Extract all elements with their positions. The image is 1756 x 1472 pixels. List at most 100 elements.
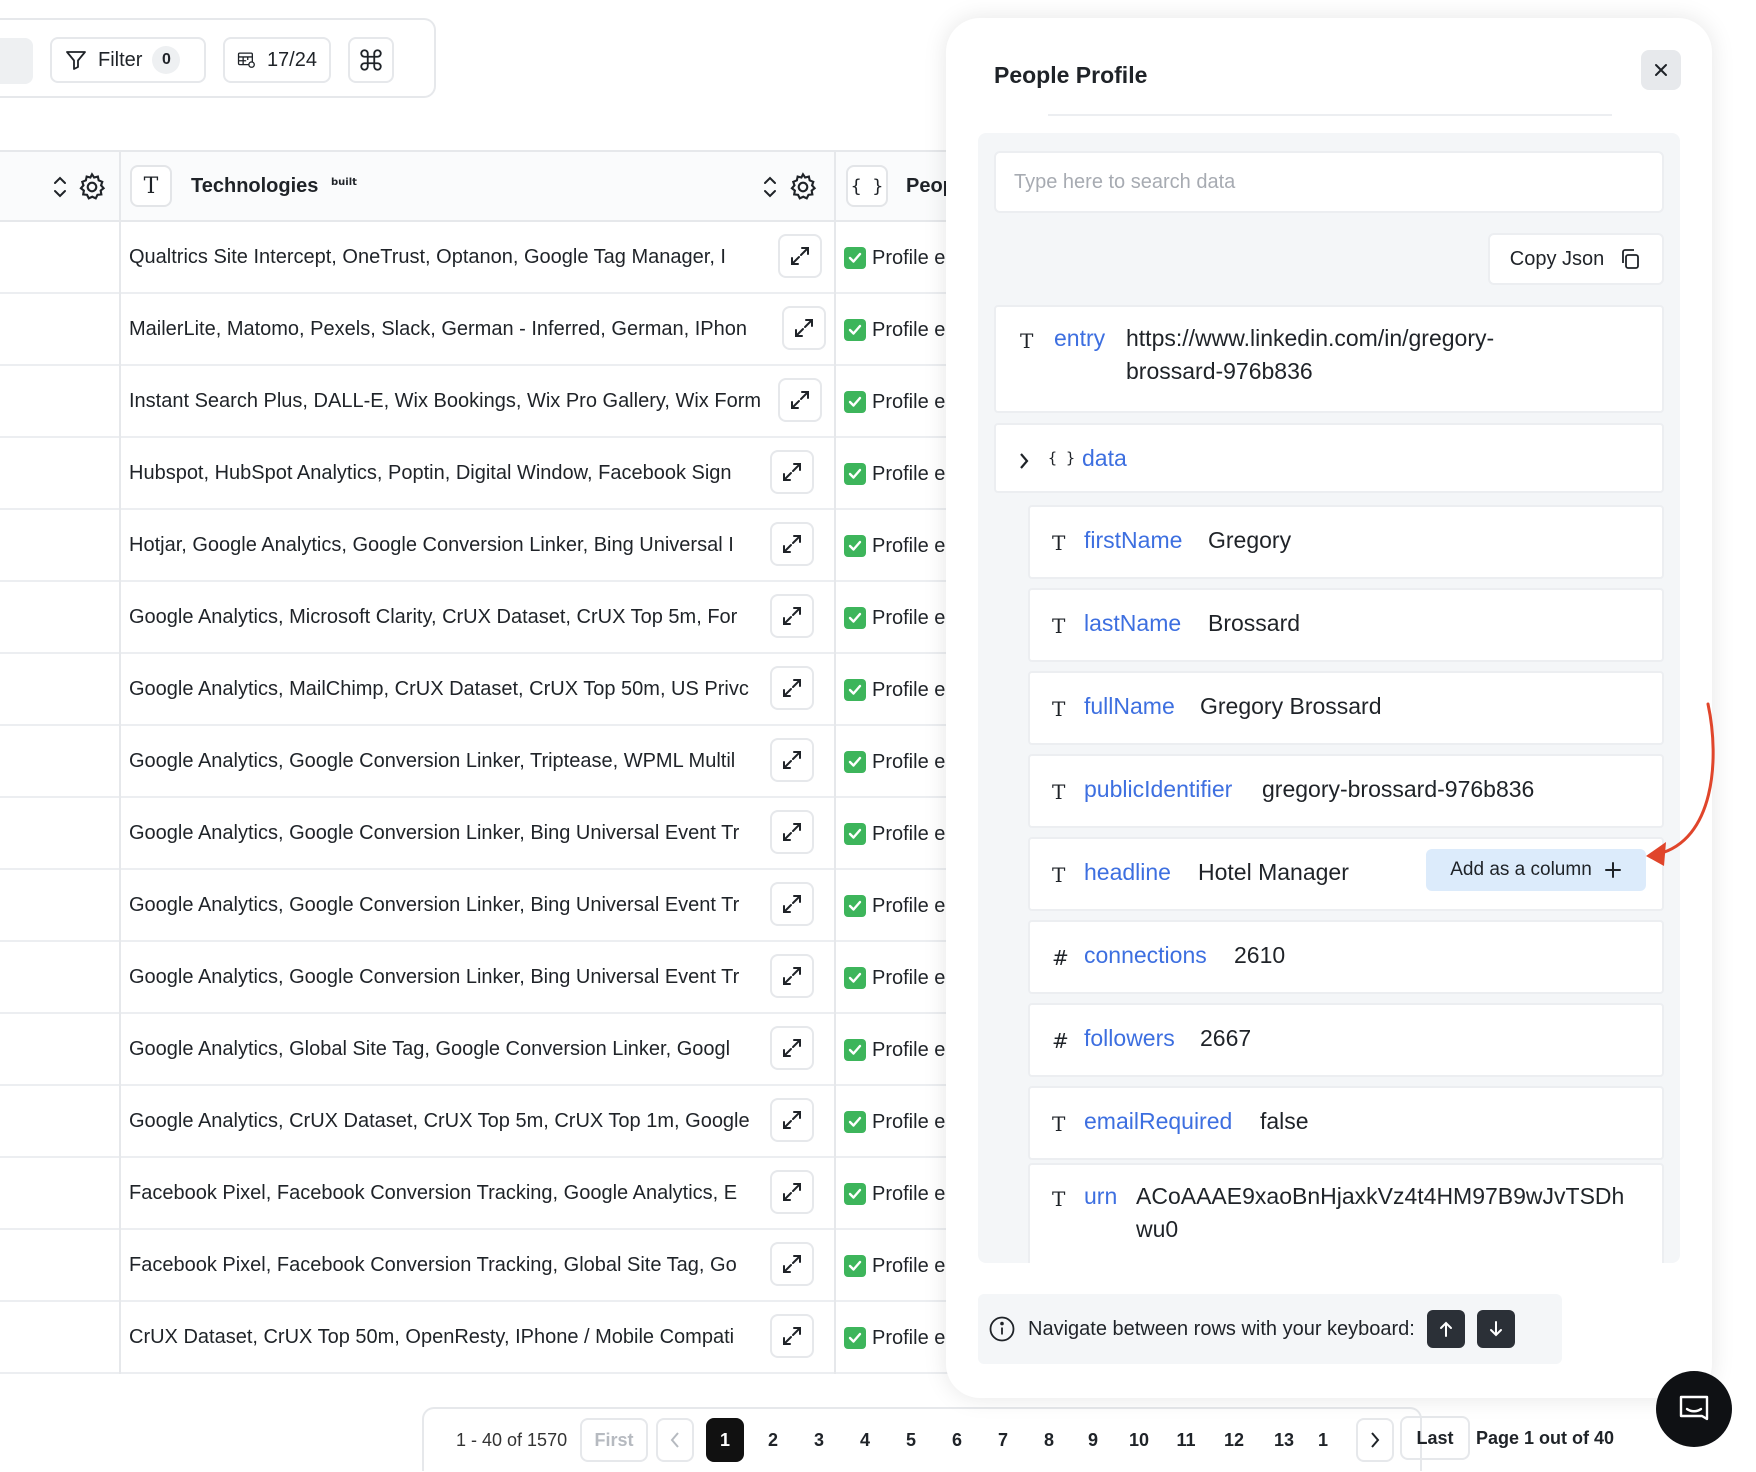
table-row[interactable]: Google Analytics, Google Conversion Link… bbox=[0, 798, 960, 870]
page-12-button[interactable]: 12 bbox=[1214, 1418, 1254, 1462]
add-as-column-button[interactable]: Add as a column bbox=[1426, 849, 1646, 891]
expand-cell-button[interactable] bbox=[770, 666, 814, 710]
search-input[interactable] bbox=[994, 151, 1664, 213]
table-row[interactable]: Google Analytics, Google Conversion Link… bbox=[0, 726, 960, 798]
technologies-cell[interactable]: Instant Search Plus, DALL-E, Wix Booking… bbox=[121, 366, 836, 438]
arrow-up-key[interactable] bbox=[1426, 1310, 1465, 1348]
expand-cell-button[interactable] bbox=[782, 306, 826, 350]
table-row[interactable]: Facebook Pixel, Facebook Conversion Trac… bbox=[0, 1158, 960, 1230]
expand-cell-button[interactable] bbox=[770, 1026, 814, 1070]
technologies-cell[interactable]: Google Analytics, Google Conversion Link… bbox=[121, 798, 836, 870]
table-row[interactable]: Google Analytics, CrUX Dataset, CrUX Top… bbox=[0, 1086, 960, 1158]
people-profile-cell[interactable]: Profile e bbox=[836, 1302, 960, 1374]
technologies-cell[interactable]: Hubspot, HubSpot Analytics, Poptin, Digi… bbox=[121, 438, 836, 510]
data-object-card[interactable]: { } data bbox=[994, 423, 1664, 493]
table-row[interactable]: MailerLite, Matomo, Pexels, Slack, Germa… bbox=[0, 294, 960, 366]
table-row[interactable]: Qualtrics Site Intercept, OneTrust, Opta… bbox=[0, 222, 960, 294]
table-row[interactable]: Facebook Pixel, Facebook Conversion Trac… bbox=[0, 1230, 960, 1302]
table-cell[interactable] bbox=[0, 1302, 121, 1374]
people-profile-cell[interactable]: Profile e bbox=[836, 1086, 960, 1158]
emailRequired-field-card[interactable]: TemailRequired false bbox=[1028, 1086, 1664, 1160]
page-14-button[interactable]: 1 bbox=[1314, 1418, 1332, 1462]
page-8-button[interactable]: 8 bbox=[1030, 1418, 1068, 1462]
expand-cell-button[interactable] bbox=[770, 882, 814, 926]
expand-cell-button[interactable] bbox=[770, 738, 814, 782]
table-row[interactable]: Google Analytics, Google Conversion Link… bbox=[0, 870, 960, 942]
table-row[interactable]: Hotjar, Google Analytics, Google Convers… bbox=[0, 510, 960, 582]
technologies-cell[interactable]: CrUX Dataset, CrUX Top 50m, OpenResty, I… bbox=[121, 1302, 836, 1374]
table-cell[interactable] bbox=[0, 582, 121, 654]
expand-cell-button[interactable] bbox=[778, 234, 822, 278]
expand-cell-button[interactable] bbox=[778, 378, 822, 422]
technologies-cell[interactable]: Facebook Pixel, Facebook Conversion Trac… bbox=[121, 1158, 836, 1230]
filter-button[interactable]: Filter 0 bbox=[50, 37, 206, 83]
people-profile-cell[interactable]: Profile e bbox=[836, 294, 960, 366]
technologies-cell[interactable]: Qualtrics Site Intercept, OneTrust, Opta… bbox=[121, 222, 836, 294]
people-profile-cell[interactable]: Profile e bbox=[836, 870, 960, 942]
people-profile-cell[interactable]: Profile e bbox=[836, 798, 960, 870]
followers-field-card[interactable]: # followers 2667 bbox=[1028, 1003, 1664, 1077]
command-button[interactable] bbox=[348, 37, 394, 83]
sort-icon[interactable] bbox=[762, 174, 778, 200]
page-10-button[interactable]: 10 bbox=[1118, 1418, 1160, 1462]
table-cell[interactable] bbox=[0, 942, 121, 1014]
table-row[interactable]: Google Analytics, Microsoft Clarity, CrU… bbox=[0, 582, 960, 654]
table-row[interactable]: CrUX Dataset, CrUX Top 50m, OpenResty, I… bbox=[0, 1302, 960, 1374]
table-cell[interactable] bbox=[0, 294, 121, 366]
expand-cell-button[interactable] bbox=[770, 1098, 814, 1142]
page-3-button[interactable]: 3 bbox=[800, 1418, 838, 1462]
first-page-button[interactable]: First bbox=[580, 1418, 648, 1462]
table-cell[interactable] bbox=[0, 510, 121, 582]
technologies-cell[interactable]: Google Analytics, Google Conversion Link… bbox=[121, 726, 836, 798]
publicIdentifier-field-card[interactable]: TpublicIdentifier gregory-brossard-976b83… bbox=[1028, 754, 1664, 828]
next-page-button[interactable] bbox=[1356, 1418, 1394, 1462]
copy-json-button[interactable]: Copy Json bbox=[1488, 233, 1664, 285]
table-cell[interactable] bbox=[0, 438, 121, 510]
headline-field-card[interactable]: Theadline Hotel Manager Add as a column bbox=[1028, 837, 1664, 911]
page-7-button[interactable]: 7 bbox=[984, 1418, 1022, 1462]
table-cell[interactable] bbox=[0, 1014, 121, 1086]
fullName-field-card[interactable]: TfullName Gregory Brossard bbox=[1028, 671, 1664, 745]
people-profile-cell[interactable]: Profile e bbox=[836, 222, 960, 294]
header-technologies-column[interactable]: T Technologies built with bbox=[121, 152, 836, 222]
page-5-button[interactable]: 5 bbox=[892, 1418, 930, 1462]
last-page-button[interactable]: Last bbox=[1400, 1416, 1470, 1460]
page-11-button[interactable]: 11 bbox=[1166, 1418, 1206, 1462]
people-profile-cell[interactable]: Profile e bbox=[836, 1158, 960, 1230]
urn-field-card[interactable]: T urn ACoAAAE9xaoBnHjaxkVz4t4HM97B9wJvTS… bbox=[1028, 1163, 1664, 1263]
technologies-cell[interactable]: Google Analytics, Global Site Tag, Googl… bbox=[121, 1014, 836, 1086]
firstName-field-card[interactable]: TfirstName Gregory bbox=[1028, 505, 1664, 579]
technologies-cell[interactable]: Google Analytics, Google Conversion Link… bbox=[121, 870, 836, 942]
page-13-button[interactable]: 13 bbox=[1264, 1418, 1304, 1462]
entry-field-card[interactable]: T entry https://www.linkedin.com/in/greg… bbox=[994, 305, 1664, 413]
expand-cell-button[interactable] bbox=[770, 1170, 814, 1214]
people-profile-cell[interactable]: Profile e bbox=[836, 1014, 960, 1086]
table-row[interactable]: Instant Search Plus, DALL-E, Wix Booking… bbox=[0, 366, 960, 438]
toolbar-search-stub[interactable] bbox=[0, 38, 33, 84]
people-profile-cell[interactable]: Profile e bbox=[836, 582, 960, 654]
expand-cell-button[interactable] bbox=[770, 1242, 814, 1286]
technologies-cell[interactable]: Facebook Pixel, Facebook Conversion Trac… bbox=[121, 1230, 836, 1302]
technologies-cell[interactable]: Google Analytics, CrUX Dataset, CrUX Top… bbox=[121, 1086, 836, 1158]
table-row[interactable]: Google Analytics, Global Site Tag, Googl… bbox=[0, 1014, 960, 1086]
table-cell[interactable] bbox=[0, 726, 121, 798]
chevron-right-icon[interactable] bbox=[1018, 452, 1030, 470]
table-cell[interactable] bbox=[0, 870, 121, 942]
people-profile-cell[interactable]: Profile e bbox=[836, 438, 960, 510]
lastName-field-card[interactable]: TlastName Brossard bbox=[1028, 588, 1664, 662]
close-button[interactable] bbox=[1641, 50, 1681, 90]
people-profile-cell[interactable]: Profile e bbox=[836, 510, 960, 582]
table-cell[interactable] bbox=[0, 1158, 121, 1230]
columns-button[interactable]: 17/24 bbox=[223, 37, 331, 83]
connections-field-card[interactable]: # connections 2610 bbox=[1028, 920, 1664, 994]
expand-cell-button[interactable] bbox=[770, 594, 814, 638]
expand-cell-button[interactable] bbox=[770, 810, 814, 854]
page-1-button[interactable]: 1 bbox=[706, 1418, 744, 1462]
table-cell[interactable] bbox=[0, 654, 121, 726]
page-6-button[interactable]: 6 bbox=[938, 1418, 976, 1462]
arrow-down-key[interactable] bbox=[1476, 1310, 1515, 1348]
page-2-button[interactable]: 2 bbox=[754, 1418, 792, 1462]
page-9-button[interactable]: 9 bbox=[1074, 1418, 1112, 1462]
technologies-cell[interactable]: Google Analytics, Microsoft Clarity, CrU… bbox=[121, 582, 836, 654]
expand-cell-button[interactable] bbox=[770, 522, 814, 566]
